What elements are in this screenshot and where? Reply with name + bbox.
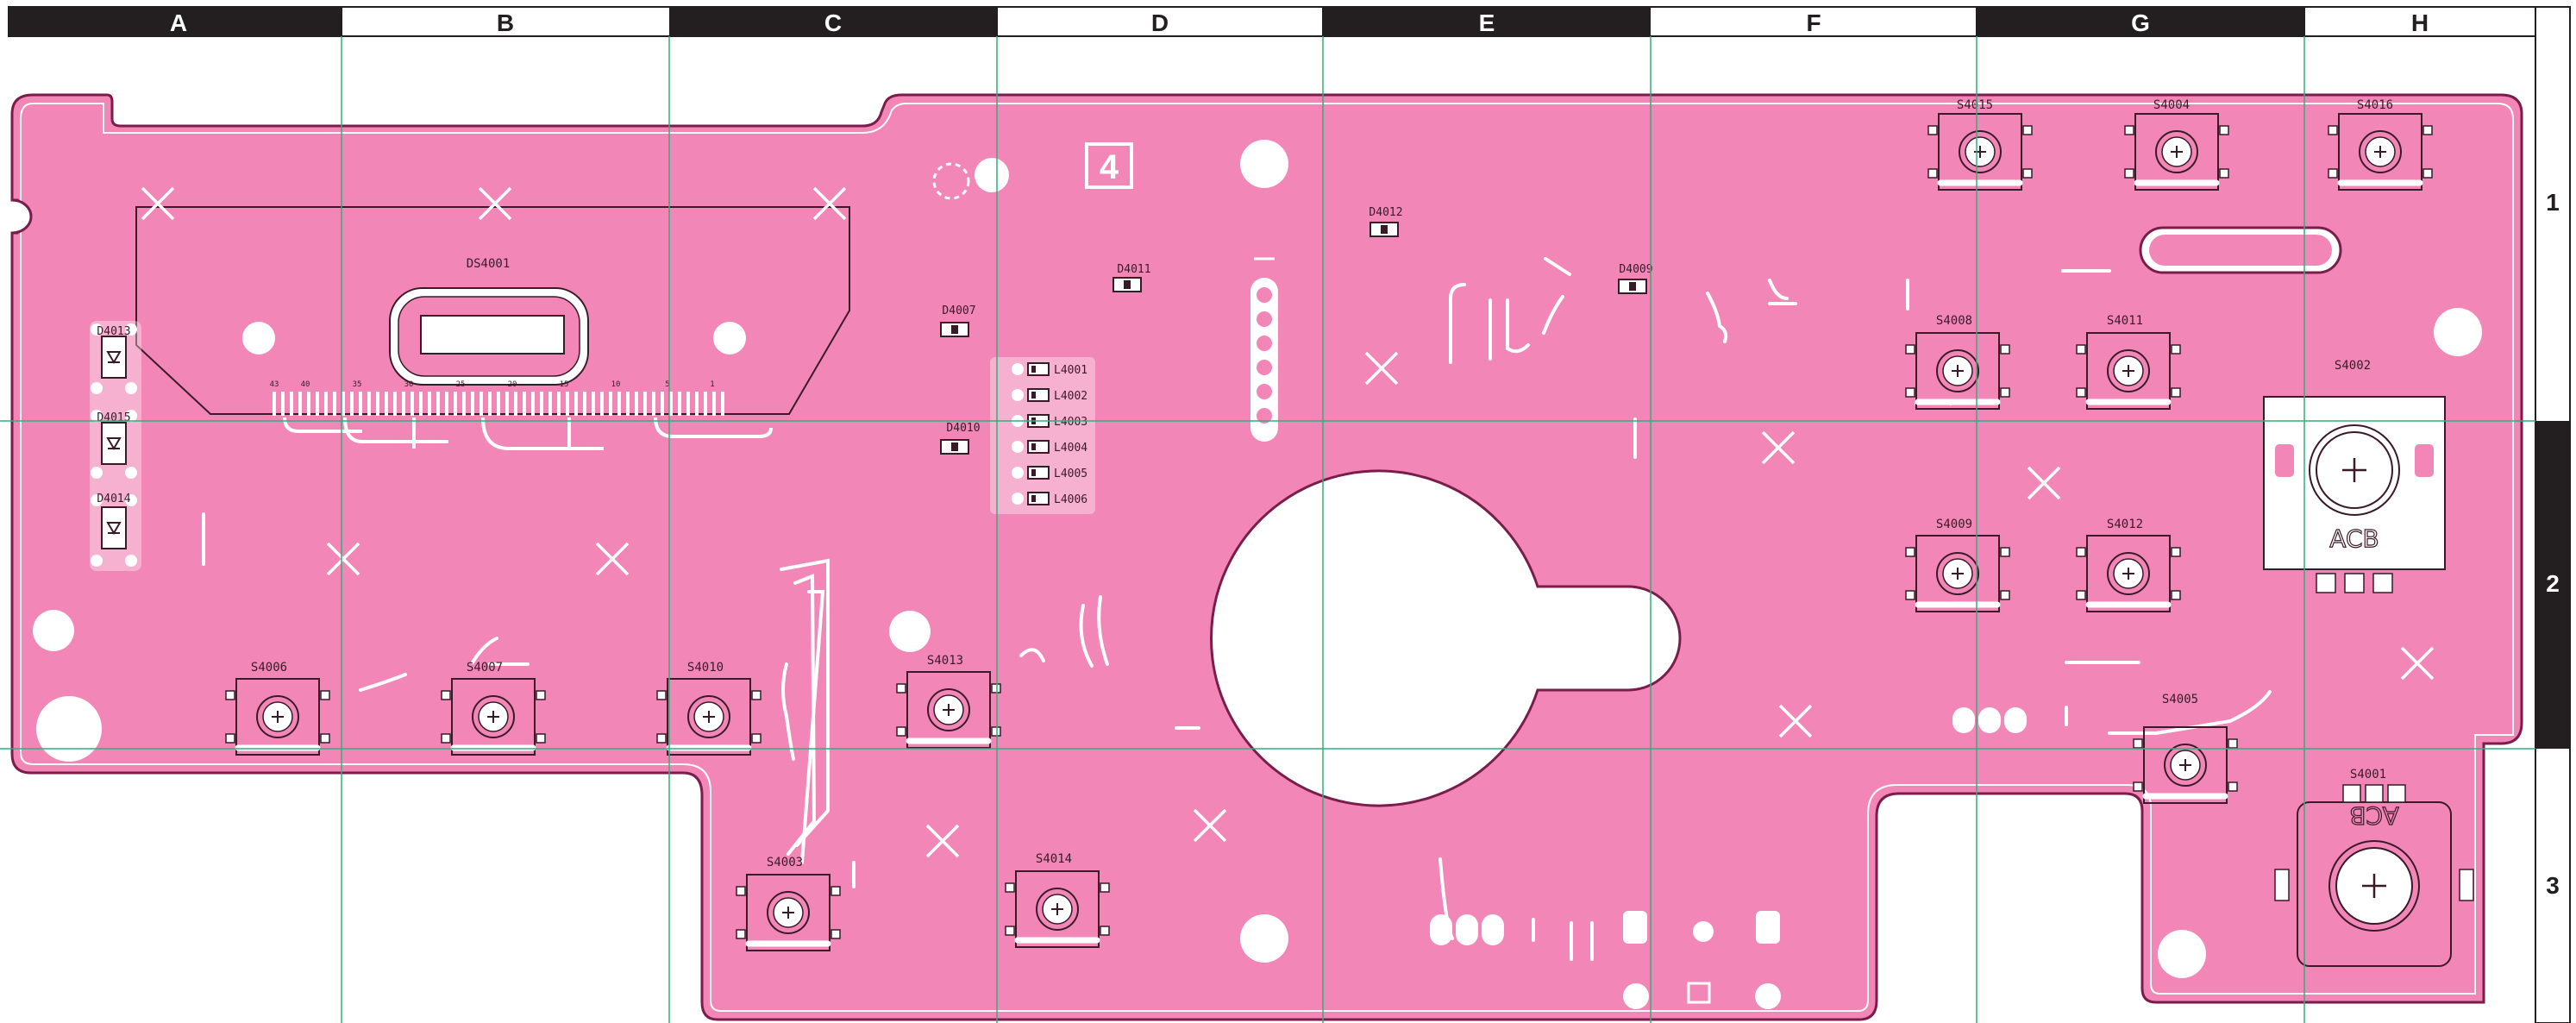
pin-label-35: 35: [353, 380, 362, 389]
diode-column-left: D4013 D4015 D4014: [90, 321, 141, 571]
pin-label-15: 15: [560, 380, 569, 389]
led-label-l4001: L4001: [1054, 364, 1087, 377]
pin-label-30: 30: [404, 380, 414, 389]
switch-label-s4012: S4012: [2107, 518, 2143, 531]
pin-label-1: 1: [710, 380, 714, 389]
diode-label-d4011: D4011: [1117, 263, 1150, 276]
row-header: 1 2 3: [2535, 6, 2571, 1023]
col-label-b: B: [497, 9, 514, 36]
led-label-l4003: L4003: [1054, 416, 1087, 429]
switch-label-s4010: S4010: [687, 661, 724, 675]
diode-label-d4014: D4014: [97, 493, 130, 505]
led-bar-connector: [1250, 257, 1278, 442]
switch-label-s4013: S4013: [927, 654, 963, 668]
row-label-3: 3: [2546, 872, 2560, 899]
column-header: A B C D E F G H: [8, 6, 2536, 37]
diode-label-d4007: D4007: [942, 304, 975, 317]
switch-label-s4005: S4005: [2162, 693, 2198, 706]
diode-label-d4010: D4010: [946, 422, 980, 435]
led-label-l4006: L4006: [1054, 493, 1087, 506]
display-ref-label: DS4001: [467, 257, 511, 271]
switch-label-s4015: S4015: [1957, 98, 1993, 112]
col-label-e: E: [1479, 9, 1495, 36]
switch-label-s4003: S4003: [767, 856, 803, 869]
switch-label-s4016: S4016: [2357, 98, 2393, 112]
encoder-pins-s4002: ACB: [2329, 524, 2379, 553]
switch-label-s4008: S4008: [1936, 314, 1972, 328]
diode-label-d4015: D4015: [97, 411, 130, 424]
col-label-g: G: [2131, 9, 2150, 36]
col-label-d: D: [1151, 9, 1169, 36]
col-label-f: F: [1806, 9, 1821, 36]
led-label-l4002: L4002: [1054, 390, 1087, 403]
pin-label-40: 40: [301, 380, 310, 389]
diode-label-d4013: D4013: [97, 325, 130, 338]
switch-label-s4011: S4011: [2107, 314, 2143, 328]
row-label-1: 1: [2546, 189, 2560, 216]
encoder-label-s4002: S4002: [2335, 359, 2371, 373]
switch-label-s4004: S4004: [2153, 98, 2190, 112]
page-marker-number: 4: [1100, 148, 1119, 186]
switch-label-s4009: S4009: [1936, 518, 1972, 531]
pin-label-20: 20: [508, 380, 517, 389]
led-label-l4005: L4005: [1054, 468, 1087, 480]
pin-label-25: 25: [456, 380, 466, 389]
encoder-label-s4001: S4001: [2350, 768, 2386, 781]
pin-label-43: 43: [270, 380, 279, 389]
switch-label-s4006: S4006: [251, 661, 287, 675]
encoder-pins-s4001: ACB: [2349, 801, 2398, 830]
col-label-h: H: [2411, 9, 2429, 36]
diode-label-d4012: D4012: [1369, 206, 1402, 219]
col-label-c: C: [824, 9, 842, 36]
col-label-a: A: [170, 9, 187, 36]
switch-label-s4014: S4014: [1036, 852, 1072, 866]
row-label-2: 2: [2546, 570, 2560, 597]
led-array: L4001 L4002 L4003 L4004 L4005 L4006: [990, 357, 1095, 514]
switch-label-s4007: S4007: [467, 661, 503, 675]
pin-label-10: 10: [611, 380, 621, 389]
diode-label-d4009: D4009: [1619, 263, 1652, 276]
led-label-l4004: L4004: [1054, 442, 1087, 455]
